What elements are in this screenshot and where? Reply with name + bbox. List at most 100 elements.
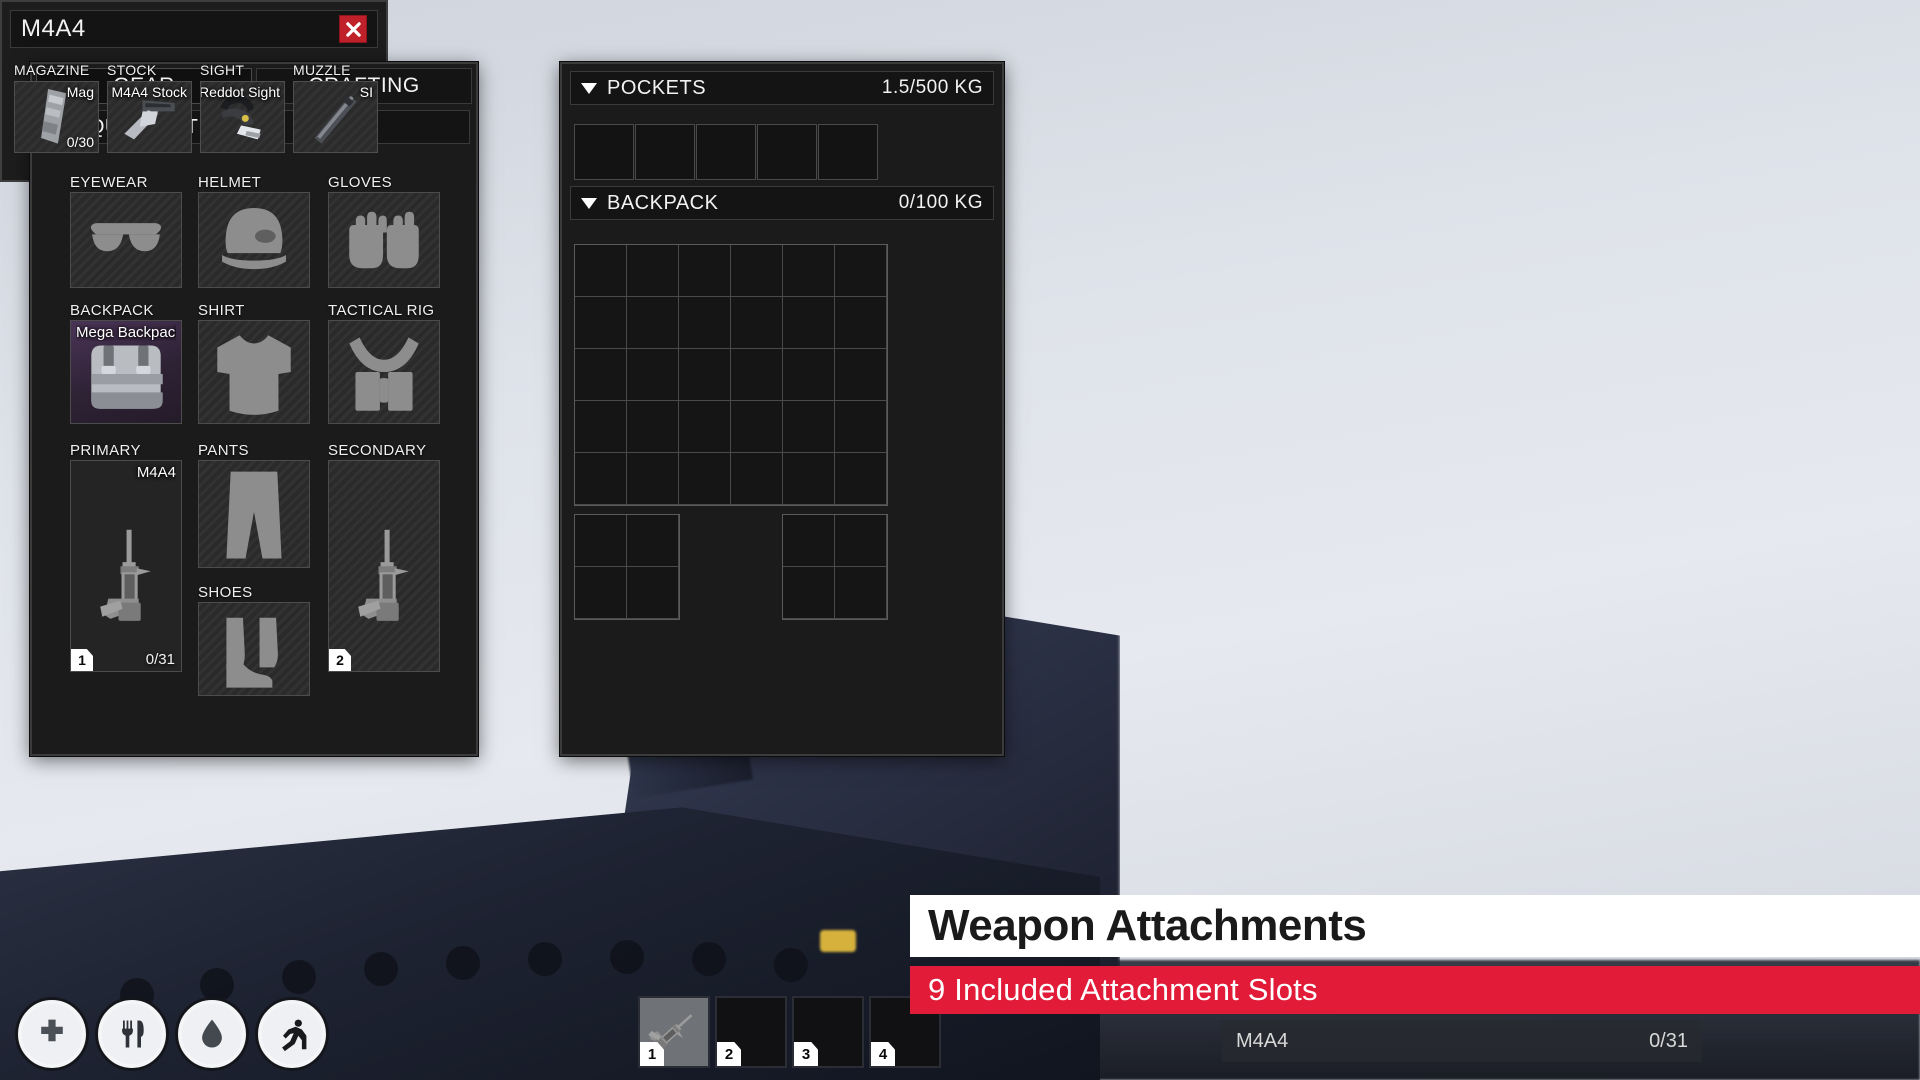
backpack-grid: [574, 244, 888, 506]
backpack-extra-cell[interactable]: [835, 567, 887, 619]
attachment-slot-sight[interactable]: Reddot Sight: [200, 81, 285, 153]
weapon-readout-ammo: 0/31: [1649, 1029, 1688, 1052]
backpack-cell[interactable]: [783, 349, 835, 401]
slot-label-secondary: SECONDARY: [328, 442, 427, 459]
backpack-label: BACKPACK: [607, 191, 719, 214]
attachment-slot-row: MAGAZINE Mag 0/30 STOCK M4A4 Stock SIGHT Reddo…: [14, 62, 378, 153]
backpack-cell[interactable]: [835, 297, 887, 349]
equipment-slot-gloves[interactable]: [328, 192, 440, 288]
slot-label-shirt: SHIRT: [198, 302, 245, 319]
equipment-slot-helmet[interactable]: [198, 192, 310, 288]
backpack-cell[interactable]: [575, 297, 627, 349]
equipment-slot-shirt[interactable]: [198, 320, 310, 424]
backpack-extra-cell[interactable]: [575, 515, 627, 567]
slot-label-shoes: SHOES: [198, 584, 253, 601]
backpack-cell[interactable]: [679, 349, 731, 401]
backpack-cell[interactable]: [627, 349, 679, 401]
backpack-extra-cell[interactable]: [575, 567, 627, 619]
backpack-cell[interactable]: [835, 245, 887, 297]
pockets-capacity: 1.5/500 KG: [881, 77, 983, 98]
backpack-cell[interactable]: [835, 401, 887, 453]
caret-down-icon: [581, 82, 597, 94]
inventory-panel: POCKETS 1.5/500 KG BACKPACK 0/100 KG: [560, 62, 1004, 756]
attachment-label-magazine: MAGAZINE: [14, 62, 90, 78]
attachment-slot-muzzle[interactable]: SI: [293, 81, 378, 153]
hotbar-slot-3[interactable]: 3: [792, 996, 864, 1068]
water-icon: [178, 1000, 246, 1068]
backpack-cell[interactable]: [731, 401, 783, 453]
banner-title: Weapon Attachments: [910, 895, 1920, 957]
weapon-readout-name: M4A4: [1236, 1029, 1289, 1052]
backpack-cell[interactable]: [575, 453, 627, 505]
gear-panel: GEAR CRAFTING EQUIPMENT EYEWEARHELMETGLO…: [30, 62, 478, 756]
pocket-slot[interactable]: [696, 124, 756, 180]
backpack-cell[interactable]: [731, 453, 783, 505]
backpack-cell[interactable]: [679, 245, 731, 297]
gloves-icon: [329, 193, 439, 287]
pocket-slot[interactable]: [574, 124, 634, 180]
backpack-cell[interactable]: [679, 453, 731, 505]
backpack-extra-cell[interactable]: [835, 515, 887, 567]
slot-ammo-count: 0/31: [145, 651, 175, 668]
pockets-slot-row: [574, 124, 878, 180]
stamina-icon: [258, 1000, 326, 1068]
backpack-cell[interactable]: [783, 453, 835, 505]
backpack-extra-cell[interactable]: [783, 515, 835, 567]
backpack-cell[interactable]: [783, 245, 835, 297]
shirt-icon: [199, 321, 309, 423]
backpack-icon: [71, 321, 181, 423]
equipment-slot-backpack[interactable]: Mega Backpack: [70, 320, 182, 424]
sunglasses-icon: [71, 193, 181, 287]
caret-down-icon: [581, 197, 597, 209]
backpack-extra-cell[interactable]: [627, 567, 679, 619]
backpack-cell[interactable]: [679, 401, 731, 453]
slot-label-backpack: BACKPACK: [70, 302, 154, 319]
slot-label-helmet: HELMET: [198, 174, 262, 191]
slot-label-gloves: GLOVES: [328, 174, 393, 191]
backpack-cell[interactable]: [731, 349, 783, 401]
hotbar-slot-1[interactable]: 1: [638, 996, 710, 1068]
equipment-slot-pants[interactable]: [198, 460, 310, 568]
slot-label-tactical-rig: TACTICAL RIG: [328, 302, 435, 319]
backpack-cell[interactable]: [783, 401, 835, 453]
pocket-slot[interactable]: [635, 124, 695, 180]
attachment-slot-stock[interactable]: M4A4 Stock: [107, 81, 192, 153]
backpack-extra-cell[interactable]: [627, 515, 679, 567]
backpack-cell[interactable]: [731, 245, 783, 297]
scene-rail-hole: [282, 960, 316, 994]
equipment-slot-eyewear[interactable]: [70, 192, 182, 288]
tactical-rig-icon: [329, 321, 439, 423]
hotbar-slot-2[interactable]: 2: [715, 996, 787, 1068]
attachment-muzzle: MUZZLE SI: [293, 62, 378, 153]
scene-rail-hole: [692, 942, 726, 976]
backpack-extra-cell[interactable]: [783, 567, 835, 619]
backpack-cell[interactable]: [627, 453, 679, 505]
equipment-slot-shoes[interactable]: [198, 602, 310, 696]
rifle-icon: [80, 486, 181, 667]
equipment-slot-secondary[interactable]: 2: [328, 460, 440, 672]
equipment-slot-primary[interactable]: M4A4 0/31 1: [70, 460, 182, 672]
backpack-header[interactable]: BACKPACK 0/100 KG: [570, 186, 994, 220]
backpack-cell[interactable]: [835, 349, 887, 401]
scene-rail-hole: [200, 968, 234, 1002]
slot-number-badge: 1: [71, 649, 93, 671]
pocket-slot[interactable]: [757, 124, 817, 180]
pockets-header[interactable]: POCKETS 1.5/500 KG: [570, 71, 994, 105]
equipment-slot-tactical-rig[interactable]: [328, 320, 440, 424]
pocket-slot[interactable]: [818, 124, 878, 180]
attachment-slot-magazine[interactable]: Mag 0/30: [14, 81, 99, 153]
backpack-cell[interactable]: [627, 297, 679, 349]
banner-subtitle: 9 Included Attachment Slots: [910, 966, 1920, 1014]
backpack-cell[interactable]: [679, 297, 731, 349]
backpack-cell[interactable]: [835, 453, 887, 505]
equipment-slot-area: EYEWEAR HELMET GLOVES BACKPACK Mega Backpack…: [38, 172, 470, 748]
backpack-cell[interactable]: [783, 297, 835, 349]
backpack-cell[interactable]: [627, 401, 679, 453]
backpack-cell[interactable]: [575, 349, 627, 401]
backpack-cell[interactable]: [575, 401, 627, 453]
backpack-cell[interactable]: [575, 245, 627, 297]
backpack-cell[interactable]: [627, 245, 679, 297]
scene-rail-hole: [528, 942, 562, 976]
helmet-icon: [199, 193, 309, 287]
backpack-cell[interactable]: [731, 297, 783, 349]
